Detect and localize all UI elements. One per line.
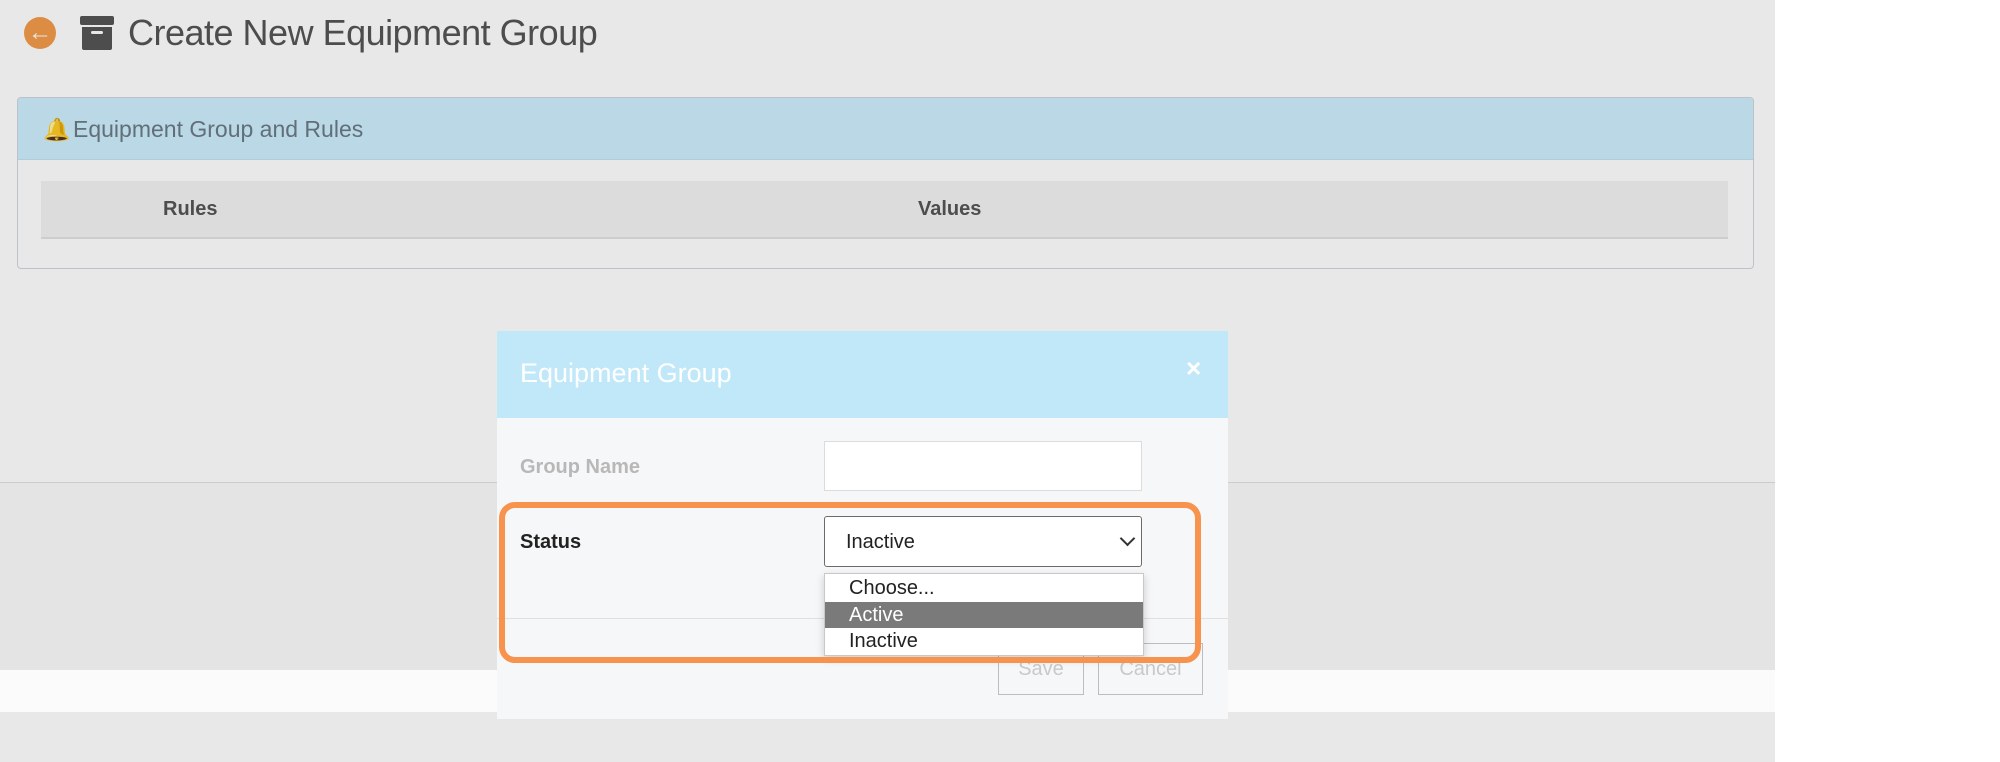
modal-title: Equipment Group — [520, 358, 732, 388]
close-icon[interactable]: × — [1186, 353, 1201, 384]
modal-header: Equipment Group × — [497, 331, 1228, 418]
group-name-input[interactable] — [824, 441, 1142, 491]
group-name-label: Group Name — [520, 456, 641, 478]
screen: ← Create New Equipment Group 🔔 Equipment… — [0, 0, 2000, 762]
highlight-frame — [499, 502, 1201, 663]
